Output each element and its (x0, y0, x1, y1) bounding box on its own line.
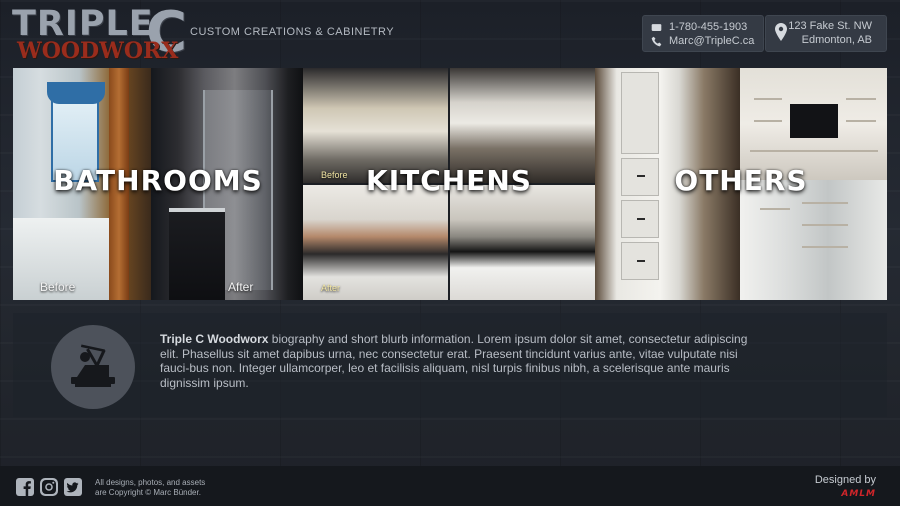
vanity-shape (169, 208, 225, 300)
kitchen-after-photo-2 (450, 185, 595, 300)
twitter-icon (64, 478, 82, 496)
site-tagline: CUSTOM CREATIONS & CABINETRY (190, 26, 395, 38)
email-line[interactable]: Marc@TripleC.ca (651, 34, 754, 48)
category-bathrooms[interactable]: Before After BATHROOMS (13, 68, 303, 300)
map-pin-icon (775, 23, 787, 41)
door-panel (621, 72, 659, 154)
category-others[interactable]: OTHERS (595, 68, 887, 300)
email-icon (651, 36, 662, 46)
designer-logo[interactable]: AMLM (841, 489, 876, 499)
category-kitchens[interactable]: Before After KITCHENS (303, 68, 595, 300)
phone-number: 1-780-455-1903 (669, 21, 748, 33)
category-title-kitchens: KITCHENS (366, 164, 532, 197)
others-walk-in-closet-photo (740, 180, 887, 300)
category-title-bathrooms: BATHROOMS (53, 164, 263, 197)
category-gallery: Before After BATHROOMS Before After KITC… (13, 68, 887, 300)
copyright-notice: All designs, photos, and assets are Copy… (95, 478, 205, 498)
instagram-icon (40, 478, 58, 496)
twitter-link[interactable] (64, 478, 82, 496)
tv-shape (790, 104, 838, 138)
site-header: TRIPLE C WOODWORX CUSTOM CREATIONS & CAB… (0, 0, 900, 66)
address-line-1: 123 Fake St. NW (788, 20, 872, 32)
phone-icon (651, 23, 662, 31)
shelf-line (750, 150, 878, 152)
shelf-line (802, 202, 848, 204)
shelf-line (802, 246, 848, 248)
shelf-line (760, 208, 790, 210)
facebook-link[interactable] (16, 478, 34, 496)
logo-text-triple: TRIPLE (12, 4, 154, 44)
facebook-icon (16, 478, 34, 496)
kitchen-after-photo-1: After (303, 185, 448, 300)
shelf-line (802, 224, 848, 226)
copyright-line-1: All designs, photos, and assets (95, 478, 206, 487)
email-address: Marc@TripleC.ca (669, 35, 755, 47)
caption-after: After (228, 280, 254, 294)
contact-box-address[interactable]: 123 Fake St. NW Edmonton, AB (765, 15, 887, 52)
caption-before: Before (40, 280, 76, 294)
tools-icon (71, 344, 115, 387)
site-logo[interactable]: TRIPLE C WOODWORX (12, 3, 187, 64)
instagram-link[interactable] (40, 478, 58, 496)
woodworking-tools-icon (51, 325, 135, 409)
site-footer: All designs, photos, and assets are Copy… (0, 466, 900, 506)
address-text: 123 Fake St. NW Edmonton, AB (788, 19, 872, 47)
curtain-shape (47, 82, 105, 104)
shelf-line (846, 98, 876, 100)
phone-line[interactable]: 1-780-455-1903 (651, 20, 747, 34)
drawer-handle (637, 260, 645, 262)
logo-text-woodworx: WOODWORX (17, 38, 179, 64)
bio-section: Triple C Woodworx biography and short bl… (13, 313, 887, 417)
caption-after: After (321, 283, 341, 293)
category-title-others: OTHERS (674, 164, 808, 197)
designed-by-label: Designed by (814, 474, 876, 486)
drawer-handle (637, 218, 645, 220)
shelf-line (754, 98, 782, 100)
shelf-line (846, 120, 876, 122)
company-name: Triple C Woodworx (160, 332, 269, 346)
shelf-line (754, 120, 782, 122)
copyright-line-2: are Copyright © Marc Bünder. (95, 488, 201, 497)
address-line-2: Edmonton, AB (801, 34, 872, 46)
contact-box-phone-email: 1-780-455-1903 Marc@TripleC.ca (642, 15, 764, 52)
bio-text: Triple C Woodworx biography and short bl… (160, 332, 764, 390)
